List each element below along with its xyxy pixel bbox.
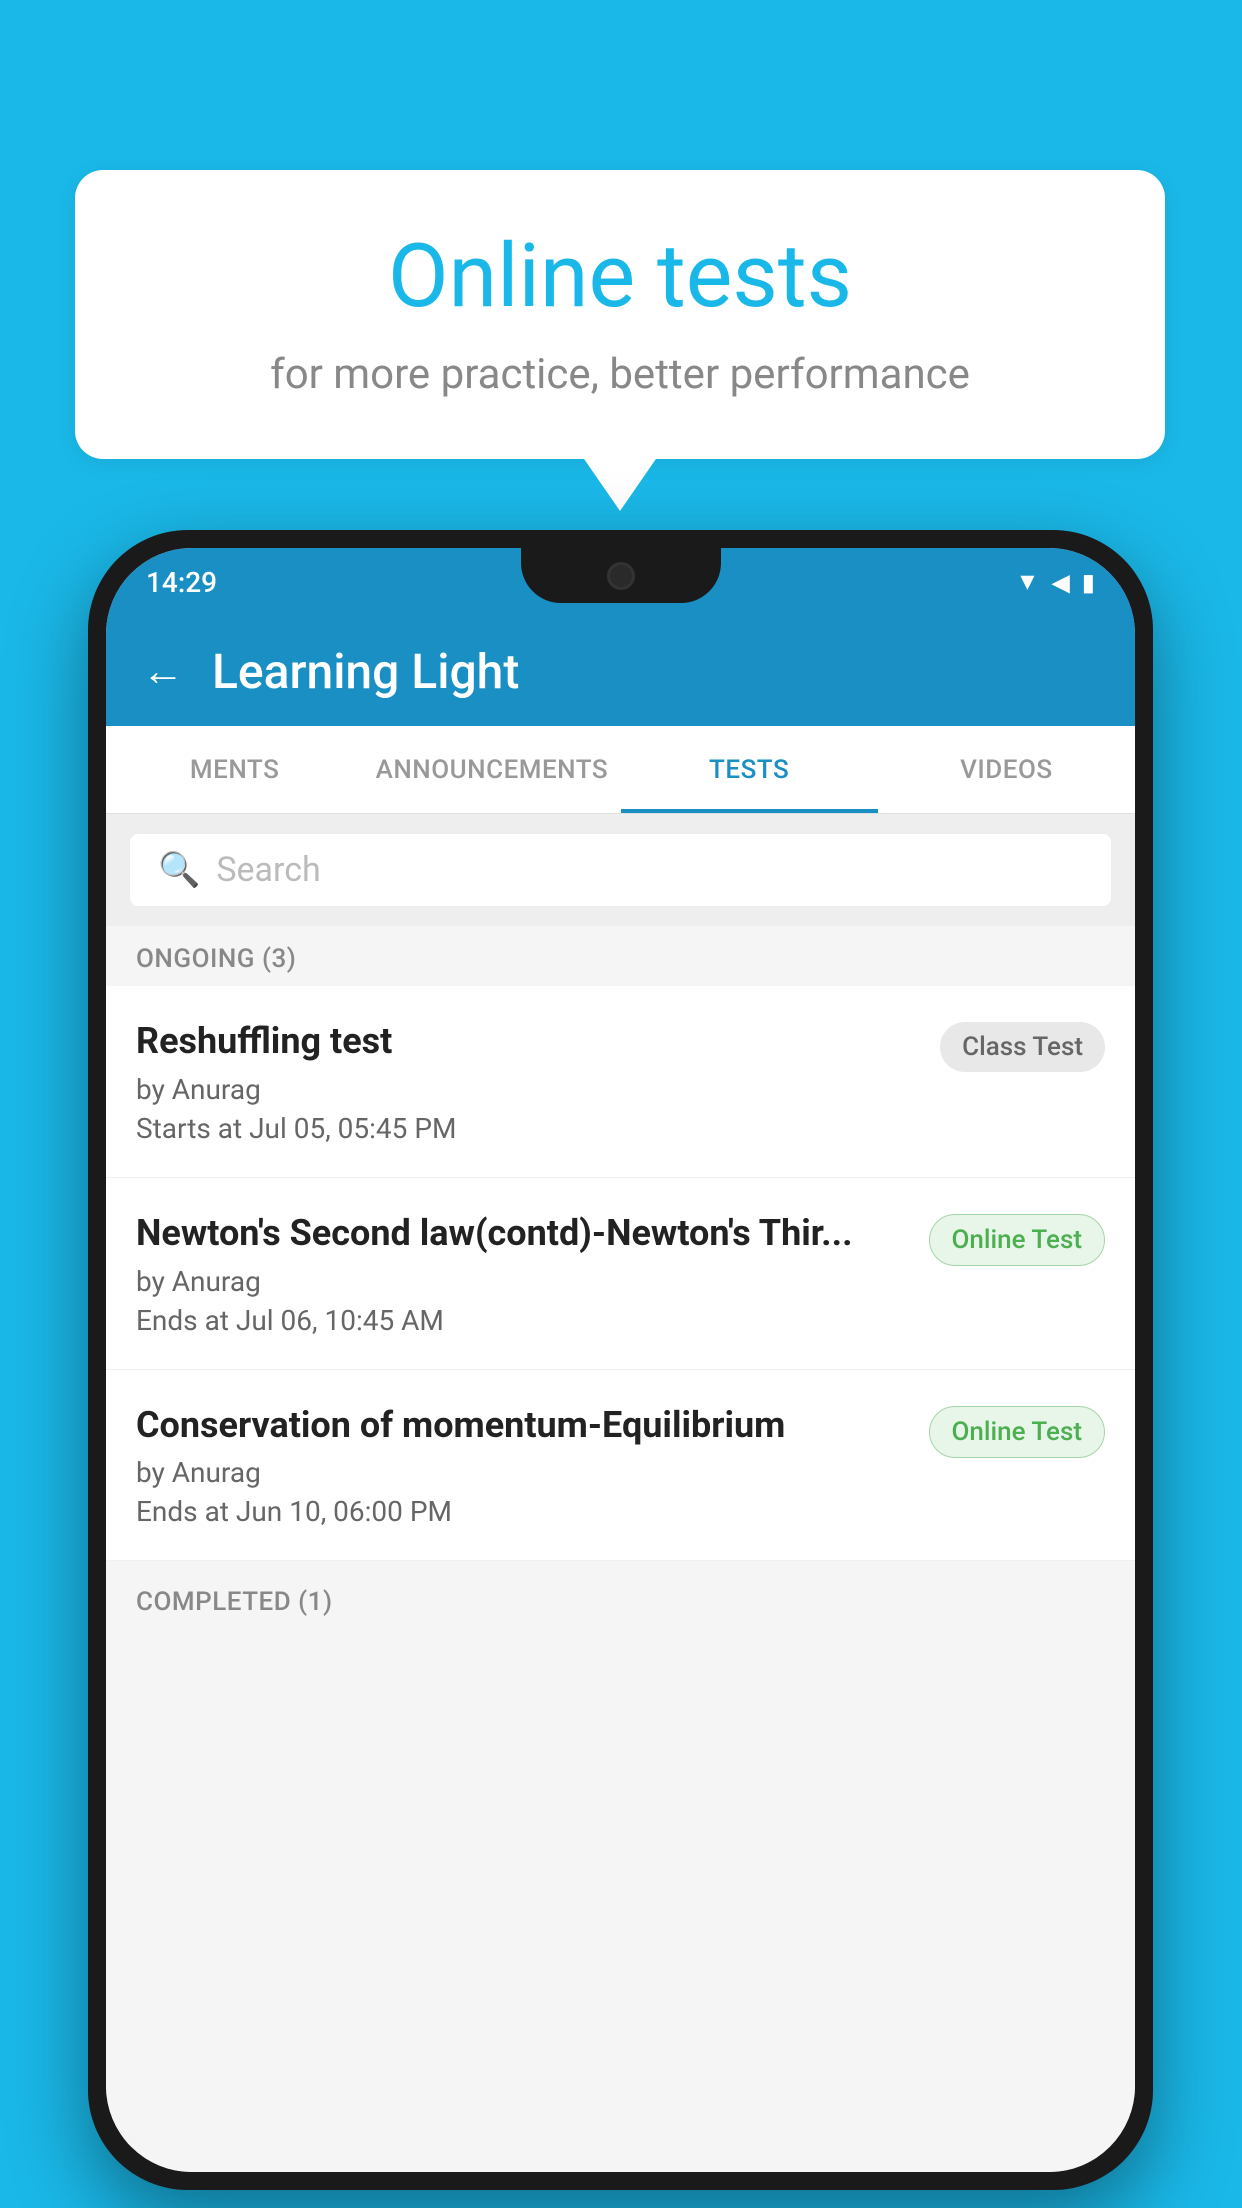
app-header: ← Learning Light xyxy=(106,616,1135,726)
test-time: Ends at Jun 10, 06:00 PM xyxy=(136,1495,909,1528)
test-name: Newton's Second law(contd)-Newton's Thir… xyxy=(136,1210,909,1257)
search-input[interactable]: Search xyxy=(216,850,320,890)
test-item[interactable]: Conservation of momentum-Equilibrium by … xyxy=(106,1370,1135,1562)
app-title: Learning Light xyxy=(212,643,519,700)
test-info: Conservation of momentum-Equilibrium by … xyxy=(136,1402,929,1529)
search-container: 🔍 Search xyxy=(106,814,1135,926)
promo-subtitle: for more practice, better performance xyxy=(135,350,1105,399)
completed-section-header: COMPLETED (1) xyxy=(106,1569,1135,1629)
promo-title: Online tests xyxy=(135,225,1105,328)
status-icons: ▼ ◀ ▮ xyxy=(1016,568,1095,597)
test-name: Conservation of momentum-Equilibrium xyxy=(136,1402,909,1449)
tab-ments[interactable]: MENTS xyxy=(106,726,363,813)
test-item[interactable]: Newton's Second law(contd)-Newton's Thir… xyxy=(106,1178,1135,1370)
test-author: by Anurag xyxy=(136,1456,909,1489)
tabs-bar: MENTS ANNOUNCEMENTS TESTS VIDEOS xyxy=(106,726,1135,814)
phone-screen: 14:29 ▼ ◀ ▮ ← Learning Light MENTS ANNOU… xyxy=(106,548,1135,2172)
wifi-icon: ▼ xyxy=(1016,568,1040,597)
tab-announcements[interactable]: ANNOUNCEMENTS xyxy=(363,726,620,813)
search-box[interactable]: 🔍 Search xyxy=(130,834,1111,906)
ongoing-section-header: ONGOING (3) xyxy=(106,926,1135,986)
test-item[interactable]: Reshuffling test by Anurag Starts at Jul… xyxy=(106,986,1135,1178)
test-time: Ends at Jul 06, 10:45 AM xyxy=(136,1304,909,1337)
test-badge: Online Test xyxy=(929,1406,1106,1458)
test-info: Newton's Second law(contd)-Newton's Thir… xyxy=(136,1210,929,1337)
tab-videos[interactable]: VIDEOS xyxy=(878,726,1135,813)
notch xyxy=(521,548,721,603)
test-time: Starts at Jul 05, 05:45 PM xyxy=(136,1112,920,1145)
test-badge: Class Test xyxy=(940,1022,1105,1072)
battery-icon: ▮ xyxy=(1082,568,1095,596)
tab-tests[interactable]: TESTS xyxy=(621,726,878,813)
test-list: Reshuffling test by Anurag Starts at Jul… xyxy=(106,986,1135,1561)
camera-notch xyxy=(607,562,635,590)
status-time: 14:29 xyxy=(146,566,217,599)
test-author: by Anurag xyxy=(136,1073,920,1106)
phone-mockup: 14:29 ▼ ◀ ▮ ← Learning Light MENTS ANNOU… xyxy=(88,530,1153,2190)
test-name: Reshuffling test xyxy=(136,1018,920,1065)
content-area: ONGOING (3) Reshuffling test by Anurag S… xyxy=(106,926,1135,2172)
test-author: by Anurag xyxy=(136,1265,909,1298)
search-icon: 🔍 xyxy=(158,850,200,890)
promo-card: Online tests for more practice, better p… xyxy=(75,170,1165,459)
signal-icon: ◀ xyxy=(1051,568,1069,596)
test-info: Reshuffling test by Anurag Starts at Jul… xyxy=(136,1018,940,1145)
back-button[interactable]: ← xyxy=(142,647,184,696)
status-bar: 14:29 ▼ ◀ ▮ xyxy=(106,548,1135,616)
test-badge: Online Test xyxy=(929,1214,1106,1266)
